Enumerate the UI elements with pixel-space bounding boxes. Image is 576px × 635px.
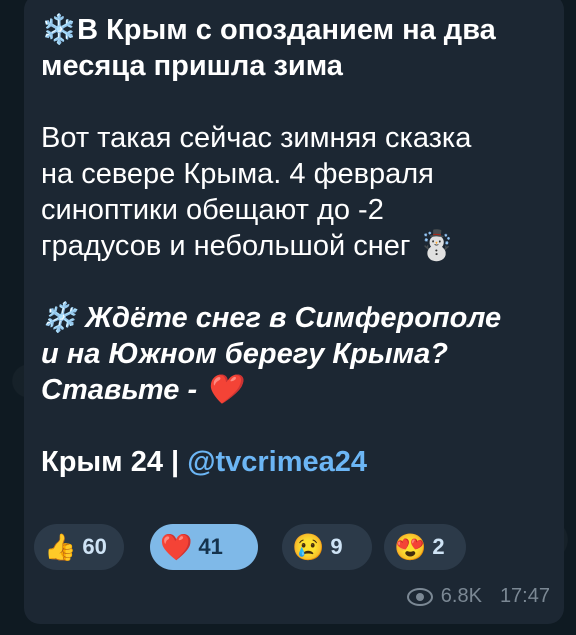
reaction-heart-eyes[interactable]: 😍 2 (384, 524, 466, 570)
snowman-icon: ☃️ (418, 230, 455, 262)
message-time: 17:47 (499, 585, 550, 607)
question-line: и на Южном берегу Крыма? (41, 338, 448, 370)
channel-signature: Крым 24 | @tvcrimea24 (41, 444, 551, 480)
view-count: 6.8K (440, 585, 482, 607)
channel-name: Крым 24 | (41, 446, 180, 478)
thumbs-up-icon: 👍 (44, 531, 77, 562)
body-line: на севере Крыма. 4 февраля (41, 158, 434, 190)
eye-icon (406, 587, 433, 606)
message-text: ❄️В Крым с опозданием на два месяца приш… (41, 12, 551, 480)
question-line: ❄️ Ждёте снег в Симферополе (41, 302, 502, 334)
body-line: синоптики обещают до -2 (41, 194, 384, 226)
channel-link[interactable]: @tvcrimea24 (187, 446, 367, 478)
reaction-count: 2 (432, 534, 445, 559)
reaction-crying[interactable]: 😢 9 (282, 524, 372, 570)
post-question: ❄️ Ждёте снег в Симферополе и на Южном б… (41, 300, 551, 408)
reaction-heart[interactable]: ❤️ 41 (150, 524, 258, 570)
snowflake-icon: ❄️ (41, 302, 78, 334)
body-line: Вот такая сейчас зимняя сказка (41, 122, 472, 154)
snowflake-icon: ❄️ (41, 14, 78, 46)
post-title: ❄️В Крым с опозданием на два месяца приш… (41, 14, 496, 82)
message-meta: 6.8K 17:47 (406, 585, 550, 608)
heart-icon: ❤️ (205, 374, 242, 406)
post-body: Вот такая сейчас зимняя сказка на севере… (41, 120, 551, 264)
heart-eyes-icon: 😍 (394, 531, 427, 562)
body-line: градусов и небольшой снег ☃️ (41, 230, 455, 262)
reaction-thumbs-up[interactable]: 👍 60 (34, 524, 124, 570)
reaction-count: 9 (330, 534, 343, 559)
heart-icon: ❤️ (160, 531, 193, 562)
crying-face-icon: 😢 (292, 531, 325, 562)
reaction-count: 60 (82, 534, 107, 559)
question-line: Ставьте - ❤️ (41, 374, 242, 406)
reaction-count: 41 (198, 534, 223, 559)
